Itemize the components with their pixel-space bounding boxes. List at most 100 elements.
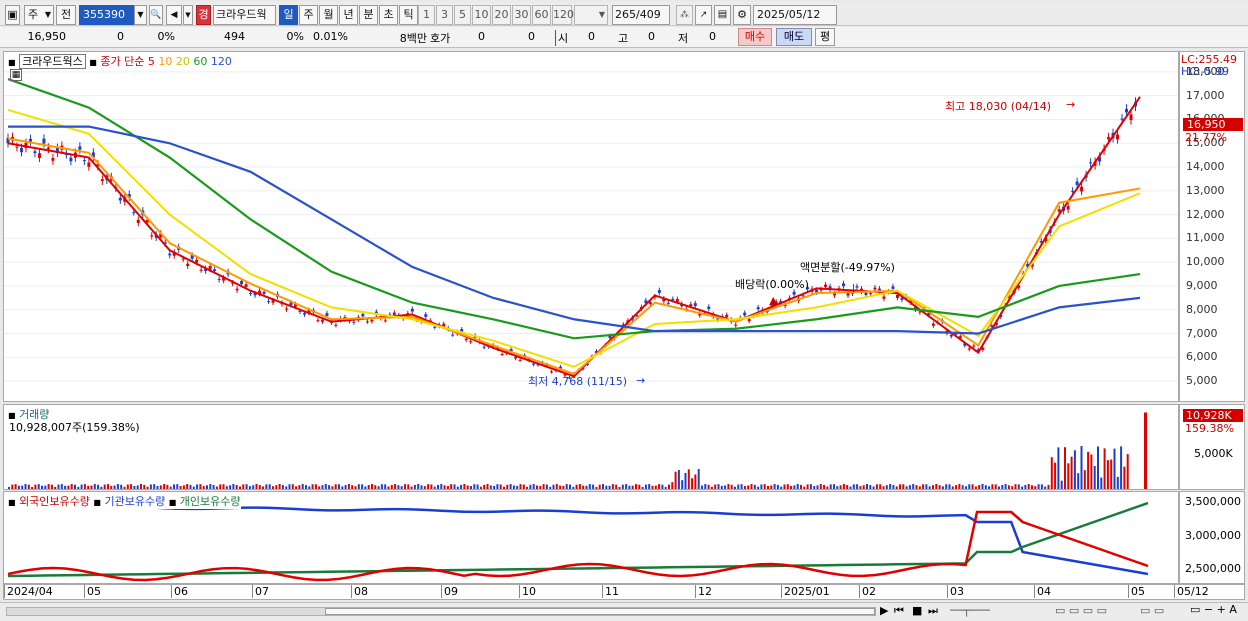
speaker-dropdown-icon[interactable]: ▼ <box>183 5 193 25</box>
zoom-slider-icon[interactable]: ──┬─── <box>950 604 990 617</box>
volume-bar <box>1120 446 1123 489</box>
volume-bar <box>420 485 423 489</box>
type-select[interactable]: 주 ▼ <box>24 5 54 25</box>
volume-bar <box>1113 448 1116 489</box>
interval-10[interactable]: 10 <box>472 5 491 25</box>
volume-bar <box>400 486 403 489</box>
volume-bar <box>196 484 199 489</box>
interval-30[interactable]: 30 <box>512 5 531 25</box>
volume-bar <box>605 485 608 489</box>
volume-bar <box>133 485 136 489</box>
gear-icon[interactable]: ⚙ <box>733 5 751 25</box>
search-icon[interactable]: 🔍 <box>149 5 163 25</box>
volume-bar <box>938 485 941 489</box>
interval-60[interactable]: 60 <box>532 5 551 25</box>
price-tick: 18,000 <box>1186 64 1225 78</box>
volume-bar <box>710 486 713 489</box>
interval-5[interactable]: 5 <box>454 5 471 25</box>
legend-ma5: 5 <box>147 55 155 68</box>
interval-3[interactable]: 3 <box>436 5 453 25</box>
scroll-right-icon[interactable]: ▶ <box>880 604 888 617</box>
legend-institution: 기관보유수량 <box>104 495 166 508</box>
volume-bar <box>826 486 829 489</box>
period-day[interactable]: 일 <box>279 5 298 25</box>
volume-bar <box>1044 486 1047 489</box>
volume-bar <box>169 486 172 489</box>
scroll-thumb[interactable] <box>325 608 875 615</box>
forward-icon[interactable]: ⏭ <box>928 604 938 618</box>
interval-120[interactable]: 120 <box>552 5 574 25</box>
calculator-icon[interactable]: ▦ <box>10 69 22 81</box>
holding-panel[interactable]: ■ 외국인보유수량 ■ 기관보유수량 ■ 개인보유수량 <box>3 491 1179 584</box>
price-value: 16,950 <box>27 30 67 43</box>
period-tick[interactable]: 틱 <box>399 5 418 25</box>
candle-body <box>82 160 86 162</box>
candle-body <box>451 334 455 336</box>
volume-bar <box>743 485 746 489</box>
candle-body <box>325 313 329 316</box>
volume-bar <box>536 485 538 489</box>
x-axis-label: 03 <box>947 585 964 598</box>
stop-icon[interactable]: ■ <box>912 604 922 617</box>
volume-bar <box>493 485 496 489</box>
buy-button[interactable]: 매수 <box>738 28 772 46</box>
date-input[interactable]: 2025/05/12 <box>753 5 837 25</box>
volume-bar <box>1024 484 1027 489</box>
candle-body <box>370 319 374 322</box>
layout-icon[interactable]: ▭ ▭ <box>1140 604 1164 617</box>
scroll-track[interactable] <box>6 607 876 616</box>
legend-stock-name[interactable]: 크라우드웍스 <box>19 54 86 69</box>
candle-body <box>725 314 729 318</box>
grid-icon[interactable]: ⁂ <box>676 5 693 25</box>
volume-bar <box>602 484 604 489</box>
count-input[interactable]: 265/409 <box>612 5 670 25</box>
avg-button[interactable]: 평 <box>815 28 835 46</box>
volume-bar <box>829 484 832 489</box>
volume-bar <box>1126 454 1129 489</box>
volume-bar <box>852 484 855 489</box>
period-minute[interactable]: 분 <box>359 5 378 25</box>
ma-line-5 <box>7 96 1141 378</box>
draw-icon[interactable]: ↗ <box>695 5 712 25</box>
zoom-controls-icon[interactable]: ▭ − + A <box>1190 603 1237 616</box>
hoga-label: 호가 <box>430 32 451 45</box>
candle-body <box>244 284 248 287</box>
candle-body <box>33 151 37 154</box>
interval-1[interactable]: 1 <box>418 5 435 25</box>
candle-body <box>801 295 805 297</box>
price-tick: 13,000 <box>1186 183 1225 197</box>
volume-bar <box>202 486 205 489</box>
volume-bar <box>628 485 631 489</box>
save-icon[interactable]: ▤ <box>714 5 731 25</box>
code-input[interactable]: 355390 <box>79 5 134 25</box>
volume-bar <box>476 484 479 489</box>
volume-panel[interactable]: ■ 거래량 10,928,007주(159.38%) <box>3 404 1179 490</box>
x-axis-label: 09 <box>441 585 458 598</box>
volume-bar <box>149 484 152 489</box>
period-month[interactable]: 월 <box>319 5 338 25</box>
speaker-icon[interactable]: ◀ <box>166 5 182 25</box>
volume-bar <box>347 484 350 489</box>
volume-bar <box>1073 450 1076 489</box>
volume-bar <box>483 484 486 489</box>
interval-custom-input[interactable]: ▼ <box>574 5 608 25</box>
volume-bar <box>278 484 281 489</box>
rewind-icon[interactable]: ⏮ <box>894 604 904 618</box>
volume-bar <box>661 484 664 489</box>
tools-icon[interactable]: ▭ ▭ ▭ ▭ <box>1055 604 1107 617</box>
price-chart-panel[interactable]: → → ▲ ↓ ■ 크라우드웍스 ■ 종가 단순 5 10 20 60 120 ▦ 최… <box>3 51 1179 402</box>
annotation-high: 최고 18,030 (04/14) <box>945 100 1052 113</box>
volume-bar <box>846 484 849 489</box>
interval-20[interactable]: 20 <box>492 5 511 25</box>
chart-icon[interactable]: ▣ <box>5 5 20 25</box>
period-week[interactable]: 주 <box>299 5 318 25</box>
code-dropdown-icon[interactable]: ▼ <box>134 5 147 25</box>
period-second[interactable]: 초 <box>379 5 398 25</box>
volume-bar <box>93 484 96 489</box>
stock-name[interactable]: 크라우드웍 <box>213 5 276 25</box>
volume-bar <box>958 484 961 489</box>
period-year[interactable]: 년 <box>339 5 358 25</box>
prev-button[interactable]: 전 <box>56 5 76 25</box>
volume-bar <box>489 485 492 489</box>
sell-button[interactable]: 매도 <box>776 28 812 46</box>
